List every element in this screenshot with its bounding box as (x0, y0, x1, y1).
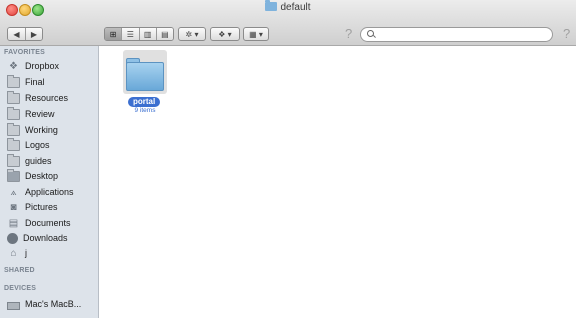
sidebar-item-label: Resources (25, 93, 69, 103)
finder-window: default ◀ ▶ ⊞ ☰ ▥ ▤ ✲ ▾ ❖ ▾ ▦ ▾ ? ? FAVO… (0, 0, 576, 318)
sidebar-item-dropbox[interactable]: ❖ Dropbox (7, 59, 59, 73)
sidebar-item-label: j (25, 248, 27, 258)
window-title: default (0, 0, 576, 13)
folder-item-portal[interactable] (123, 50, 167, 94)
arrange-button[interactable]: ▦ ▾ (243, 27, 269, 41)
folder-icon (7, 90, 20, 104)
folder-name-label[interactable]: portal (128, 97, 161, 107)
coverflow-view-button[interactable]: ▤ (156, 28, 173, 40)
sidebar-item-resources[interactable]: Resources (7, 90, 69, 105)
search-input[interactable] (360, 27, 553, 42)
sidebar-item-label: Documents (25, 218, 71, 228)
sidebar-item-label: Working (25, 125, 58, 135)
search-icon (367, 30, 374, 37)
folder-icon (7, 137, 20, 151)
camera-icon: ◙ (10, 201, 17, 213)
window-title-text: default (280, 2, 311, 13)
sidebar-item-label: Mac's MacB... (25, 299, 82, 309)
icon-view-button[interactable]: ⊞ (105, 28, 123, 40)
sidebar-item-downloads[interactable]: Downloads (7, 231, 68, 245)
sidebar-item-documents[interactable]: ▤ Documents (7, 216, 71, 230)
sidebar-item-logos[interactable]: Logos (7, 137, 50, 152)
sidebar-item-applications[interactable]: ⟑ Applications (7, 185, 74, 199)
folder-icon (7, 106, 20, 120)
sidebar-item-pictures[interactable]: ◙ Pictures (7, 200, 58, 214)
favorites-header: FAVORITES (4, 49, 45, 56)
list-view-button[interactable]: ☰ (122, 28, 140, 40)
sidebar-item-device[interactable]: Mac's MacB... (7, 297, 81, 311)
sidebar-item-review[interactable]: Review (7, 106, 55, 121)
folder-icon (265, 0, 278, 11)
sidebar-item-desktop[interactable]: Desktop (7, 168, 59, 183)
view-mode-control: ⊞ ☰ ▥ ▤ (104, 27, 174, 41)
back-button[interactable]: ◀ (8, 28, 26, 40)
help-icon-right[interactable]: ? (563, 26, 570, 41)
folder-icon (7, 122, 20, 136)
dropbox-icon: ❖ (9, 60, 18, 72)
folder-icon (7, 74, 20, 88)
desktop-icon (7, 168, 20, 182)
applications-icon: ⟑ (10, 186, 17, 198)
folder-icon-body (126, 62, 164, 91)
dropbox-menu-button[interactable]: ❖ ▾ (210, 27, 240, 41)
sidebar-item-label: Logos (25, 140, 50, 150)
toolbar: default ◀ ▶ ⊞ ☰ ▥ ▤ ✲ ▾ ❖ ▾ ▦ ▾ ? ? (0, 0, 576, 46)
sidebar-item-guides[interactable]: guides (7, 153, 52, 168)
devices-header: DEVICES (4, 285, 37, 292)
documents-icon: ▤ (8, 217, 19, 229)
sidebar-item-final[interactable]: Final (7, 74, 45, 89)
action-button[interactable]: ✲ ▾ (178, 27, 206, 41)
back-forward-control: ◀ ▶ (7, 27, 43, 41)
file-browser-area[interactable]: portal 9 items (99, 46, 576, 318)
column-view-button[interactable]: ▥ (139, 28, 157, 40)
sidebar-item-home[interactable]: ⌂ j (7, 246, 27, 260)
sidebar-item-label: guides (25, 156, 52, 166)
shared-header: SHARED (4, 267, 35, 274)
download-icon (7, 232, 18, 244)
home-icon: ⌂ (10, 247, 17, 259)
folder-item-count: 9 items (134, 107, 156, 114)
help-icon[interactable]: ? (345, 26, 352, 41)
folder-icon (7, 153, 20, 167)
sidebar-item-label: Pictures (25, 202, 58, 212)
sidebar: FAVORITES ❖ Dropbox Final Resources Revi… (0, 46, 99, 318)
sidebar-item-label: Downloads (23, 233, 68, 243)
sidebar-item-label: Final (25, 77, 45, 87)
sidebar-item-label: Applications (25, 187, 74, 197)
laptop-icon (7, 301, 20, 310)
sidebar-item-working[interactable]: Working (7, 122, 58, 137)
sidebar-item-label: Dropbox (25, 61, 60, 71)
forward-button[interactable]: ▶ (25, 28, 42, 40)
sidebar-item-label: Review (25, 109, 55, 119)
sidebar-item-label: Desktop (25, 171, 59, 181)
